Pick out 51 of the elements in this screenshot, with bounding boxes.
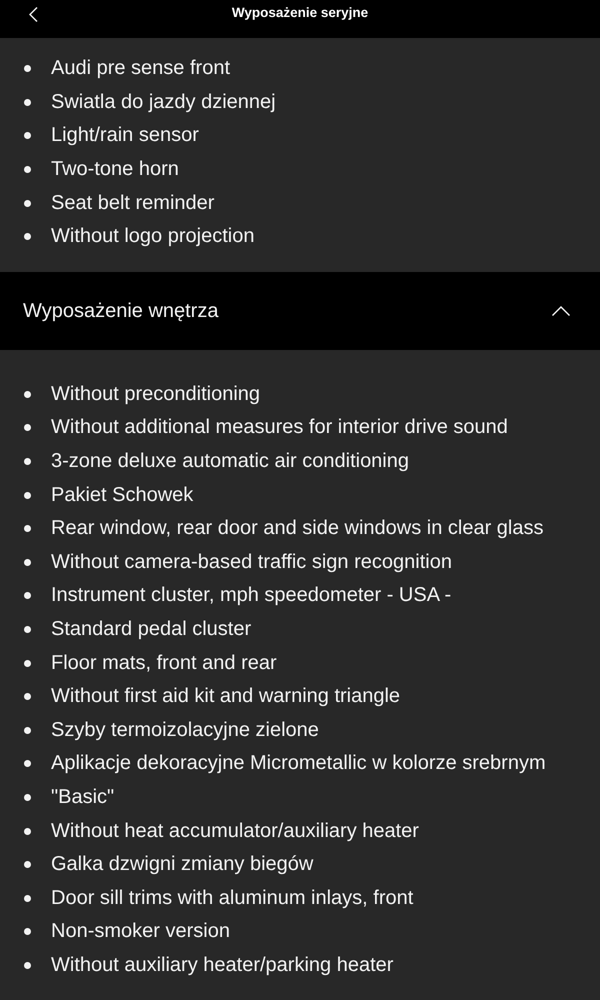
feature-text: Two-tone horn	[51, 157, 179, 182]
bullet-icon	[24, 861, 31, 868]
bullet-icon	[24, 693, 31, 700]
bullet-icon	[24, 233, 31, 240]
feature-text: Without first aid kit and warning triangle	[51, 684, 400, 710]
feature-text: Rear window, rear door and side windows in clear glass	[51, 516, 544, 542]
feature-text: Szyby termoizolacyjne zielone	[51, 718, 319, 743]
feature-text: Light/rain sensor	[51, 123, 199, 148]
feature-text: Without preconditioning	[51, 382, 260, 407]
bullet-icon	[24, 660, 31, 667]
bullet-icon	[24, 558, 31, 566]
bullet-icon	[24, 200, 31, 207]
feature-text: Standard pedal cluster	[51, 617, 252, 642]
feature-text: Galka dzwigni zmiany biegów	[51, 852, 314, 878]
bullet-icon	[24, 424, 31, 432]
bullet-icon	[24, 626, 31, 634]
bullet-icon	[24, 928, 31, 936]
bullet-icon	[24, 962, 31, 969]
bullet-icon	[24, 492, 31, 499]
bullet-icon	[24, 166, 31, 174]
feature-text: "Basic"	[51, 784, 114, 810]
bullet-icon	[24, 726, 31, 734]
page-title: Wyposażenie seryjne	[232, 6, 368, 20]
feature-text: Without additional measures for interior drive sound	[51, 415, 508, 440]
feature-text: Swiatla do jazdy dziennej	[51, 90, 276, 115]
bullet-icon	[24, 65, 31, 72]
feature-text: Without logo projection	[51, 224, 254, 250]
feature-text: Door sill trims with aluminum inlays, front	[51, 886, 414, 911]
feature-text: Non-smoker version	[51, 919, 230, 944]
feature-text: Aplikacje dekoracyjne Micrometallic w kolorze srebrnym	[51, 751, 546, 776]
bullet-icon	[24, 760, 31, 768]
feature-text: Instrument cluster, mph speedometer - USA -	[51, 583, 452, 608]
bullet-icon	[24, 794, 31, 801]
feature-text: 3-zone deluxe automatic air conditioning	[51, 449, 409, 474]
bullet-icon	[24, 390, 31, 398]
bullet-icon	[24, 592, 31, 600]
bullet-icon	[24, 458, 31, 466]
feature-text: Pakiet Schowek	[51, 482, 194, 508]
bullet-icon	[24, 828, 31, 835]
feature-text: Floor mats, front and rear	[51, 650, 277, 676]
feature-text: Without heat accumulator/auxiliary heater	[51, 818, 419, 844]
bullet-icon	[24, 132, 31, 140]
feature-text: Audi pre sense front	[51, 56, 230, 82]
feature-text: Seat belt reminder	[51, 190, 214, 216]
bullet-icon	[24, 98, 31, 106]
section-header[interactable]: Wyposażenie wnętrza	[0, 272, 600, 350]
chevron-left-icon[interactable]	[29, 7, 38, 22]
bullet-icon	[24, 894, 31, 902]
bullet-icon	[24, 525, 31, 532]
feature-text: Without camera-based traffic sign recognition	[51, 550, 452, 575]
feature-text: Without auxiliary heater/parking heater	[51, 952, 394, 978]
